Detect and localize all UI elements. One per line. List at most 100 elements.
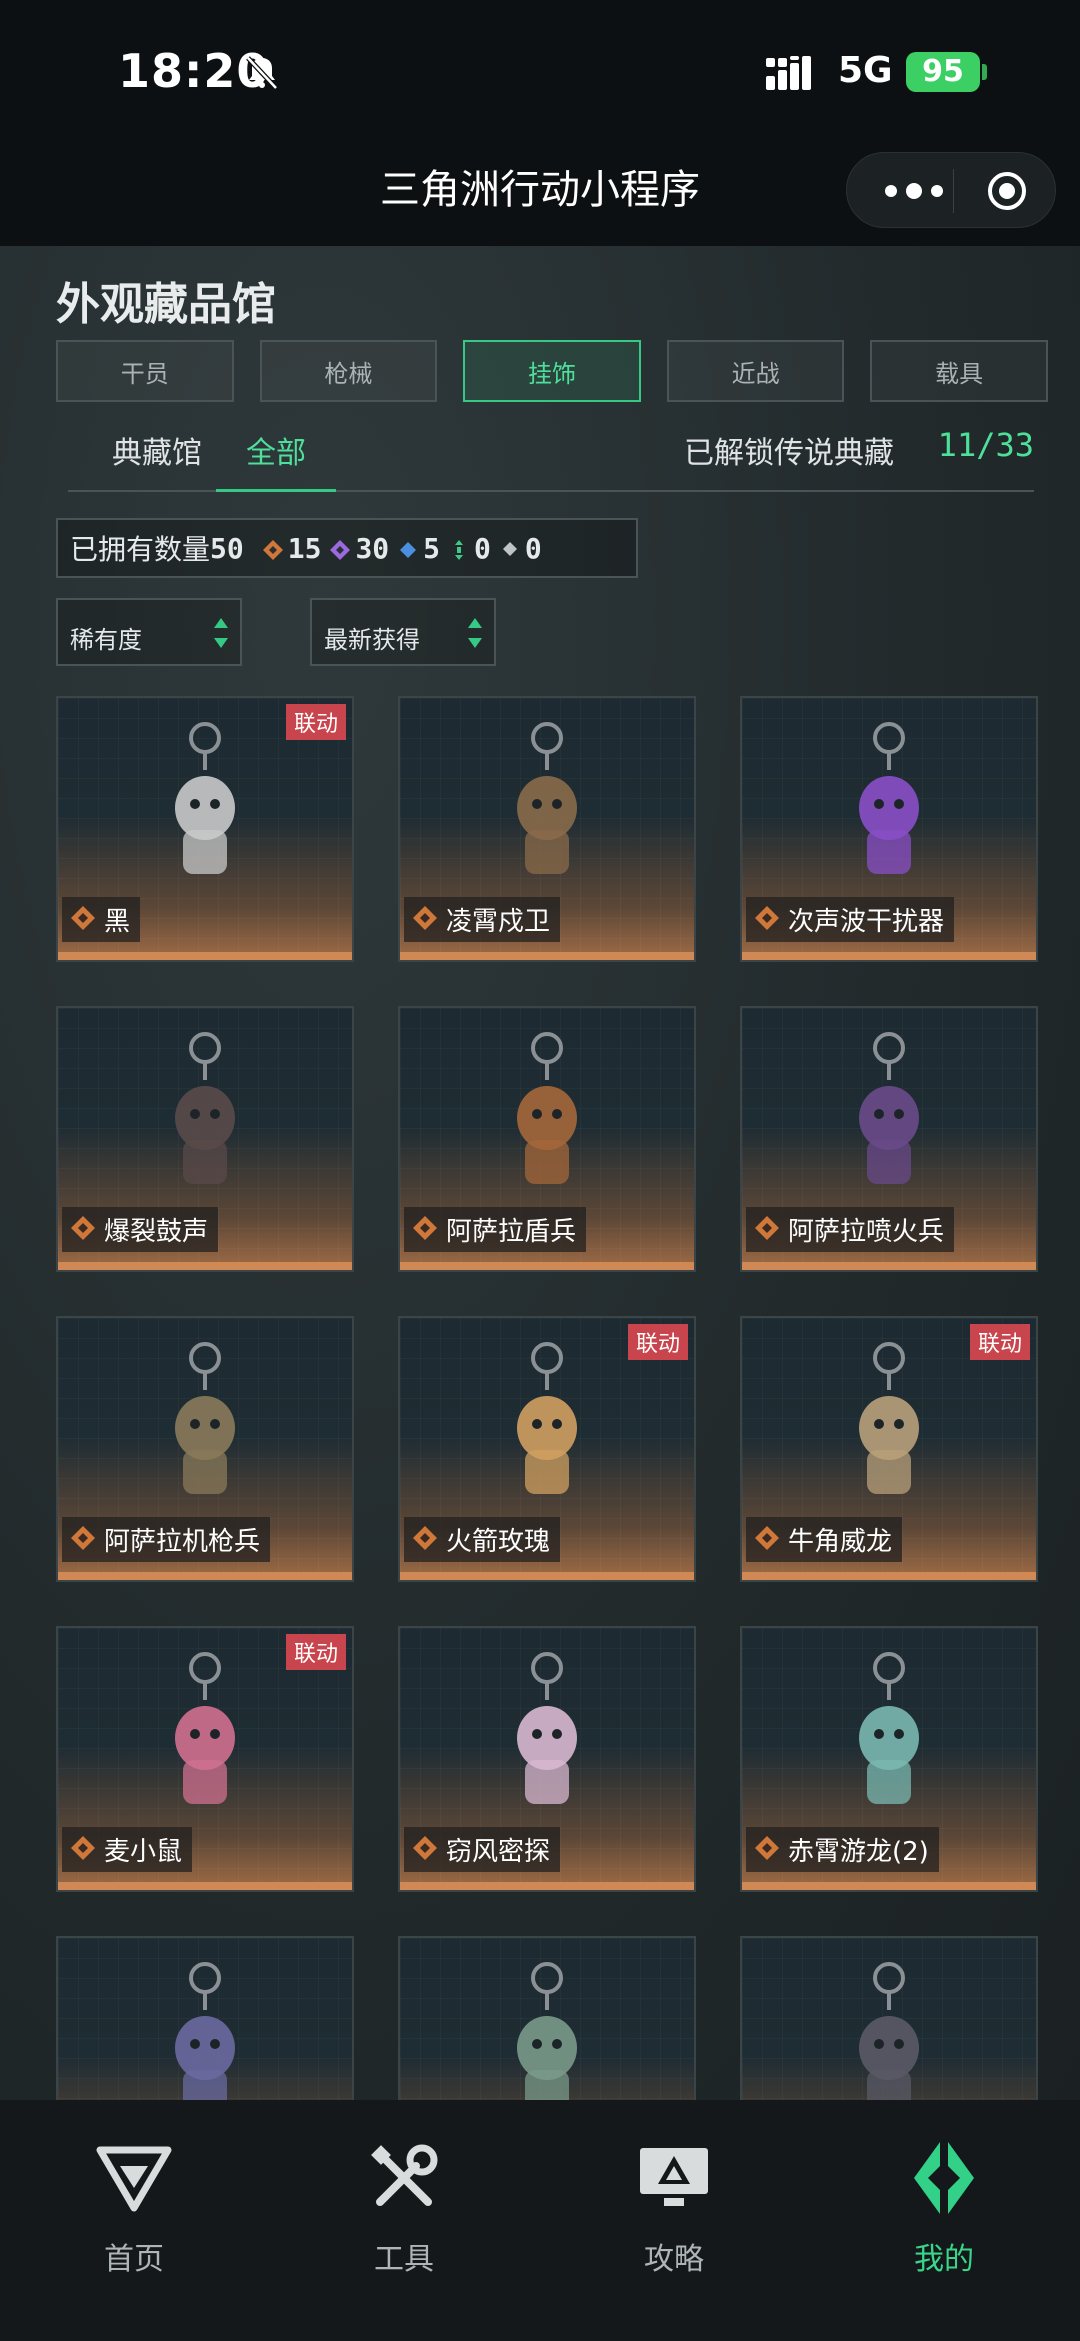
charm-card[interactable]: 阿萨拉机枪兵	[56, 1316, 354, 1582]
collab-badge: 联动	[969, 1324, 1030, 1360]
card-corner-mark	[682, 1938, 694, 1950]
rarity-bar	[400, 952, 694, 960]
card-corner-mark	[58, 1008, 70, 1020]
rarity-bar	[58, 1882, 352, 1890]
card-corner-mark	[400, 1318, 412, 1330]
tools-icon	[371, 2144, 438, 2206]
card-corner-mark	[742, 1938, 754, 1950]
card-corner-mark	[682, 1008, 694, 1020]
bottom-nav: 首页 工具 攻略 我的	[0, 2100, 1080, 2341]
tab-charms[interactable]: 挂饰	[463, 340, 641, 402]
category-tabs: 干员 枪械 挂饰 近战 载具	[56, 340, 1048, 402]
tab-operators[interactable]: 干员	[56, 340, 234, 402]
rarity-bar	[400, 1262, 694, 1270]
card-corner-mark	[400, 698, 412, 710]
orange-rarity-icon	[413, 1526, 437, 1550]
sub-tabs: 典藏馆 全部 已解锁传说典藏 11/33	[68, 422, 1034, 492]
card-corner-mark	[1024, 1628, 1036, 1640]
legend-unlocked-count: 11/33	[937, 426, 1034, 464]
rarity-bar	[58, 1572, 352, 1580]
owned-green-count: 0	[474, 531, 491, 565]
card-corner-mark	[742, 1318, 754, 1330]
card-corner-mark	[400, 1938, 412, 1950]
card-corner-mark	[58, 1628, 70, 1640]
charm-name-label: 阿萨拉喷火兵	[746, 1207, 955, 1252]
tab-guns[interactable]: 枪械	[259, 340, 438, 402]
charm-artwork-image	[175, 722, 235, 874]
charm-name-text: 阿萨拉机枪兵	[104, 1527, 261, 1557]
charm-card[interactable]: 阿萨拉盾兵	[398, 1006, 696, 1272]
collab-badge: 联动	[285, 704, 346, 740]
nav-home-label: 首页	[104, 2242, 164, 2277]
orange-rarity-icon	[71, 1836, 95, 1860]
charm-artwork-image	[175, 1652, 235, 1804]
nav-guide[interactable]: 攻略	[574, 2140, 774, 2278]
charm-artwork-image	[517, 1652, 577, 1804]
orange-rarity-icon	[755, 1216, 779, 1240]
charm-card[interactable]: 次声波干扰器	[740, 696, 1038, 962]
rarity-filter-dropdown[interactable]: 稀有度	[56, 598, 242, 666]
charm-name-label: 阿萨拉盾兵	[404, 1207, 587, 1252]
network-type: 5G	[838, 50, 893, 91]
nav-guide-label: 攻略	[644, 2242, 704, 2277]
charm-name-text: 窃风密探	[446, 1837, 551, 1867]
capsule-divider	[953, 169, 954, 213]
green-rarity-icon	[455, 540, 464, 560]
orange-rarity-icon	[262, 540, 283, 560]
charm-name-label: 窃风密探	[404, 1827, 561, 1872]
card-corner-mark	[682, 1628, 694, 1640]
miniprogram-capsule	[846, 152, 1056, 228]
card-corner-mark	[742, 698, 754, 710]
charm-card[interactable]: 联动 火箭玫瑰	[398, 1316, 696, 1582]
charm-name-label: 麦小鼠	[62, 1827, 193, 1872]
battery-tip	[982, 64, 987, 80]
rarity-bar	[400, 1572, 694, 1580]
charm-name-label: 次声波干扰器	[746, 897, 955, 942]
charm-card[interactable]	[56, 1936, 354, 2100]
charm-artwork-image	[175, 1342, 235, 1494]
close-target-icon[interactable]	[987, 171, 1027, 211]
rarity-bar	[742, 1882, 1036, 1890]
subtab-collection-hall[interactable]: 典藏馆	[112, 428, 202, 472]
charm-card[interactable]: 联动黑	[56, 696, 354, 962]
guide-monitor-icon	[640, 2148, 708, 2206]
subtab-all[interactable]: 全部	[246, 428, 306, 472]
charm-name-label: 火箭玫瑰	[404, 1517, 561, 1562]
rarity-bar	[742, 952, 1036, 960]
charm-name-text: 爆裂鼓声	[104, 1217, 209, 1247]
sort-order-dropdown[interactable]: 最新获得	[310, 598, 496, 666]
nav-tools-label: 工具	[374, 2242, 434, 2277]
orange-rarity-icon	[755, 1836, 779, 1860]
charm-name-label: 凌霄戍卫	[404, 897, 561, 942]
orange-rarity-icon	[413, 1216, 437, 1240]
charm-card[interactable]	[398, 1936, 696, 2100]
card-corner-mark	[340, 1008, 352, 1020]
charm-artwork-image	[859, 722, 919, 874]
nav-tools[interactable]: 工具	[304, 2140, 504, 2278]
charm-card[interactable]: 赤霄游龙(2)	[740, 1626, 1038, 1892]
collection-page: 外观藏品馆 干员 枪械 挂饰 近战 载具 典藏馆 全部 已解锁传说典藏 11/3…	[0, 246, 1080, 2100]
charm-card[interactable]: 联动 牛角威龙	[740, 1316, 1038, 1582]
card-corner-mark	[742, 1008, 754, 1020]
charm-card[interactable]: 阿萨拉喷火兵	[740, 1006, 1038, 1272]
charm-name-text: 阿萨拉喷火兵	[788, 1217, 945, 1247]
orange-rarity-icon	[71, 1216, 95, 1240]
rarity-bar	[742, 1262, 1036, 1270]
nav-home[interactable]: 首页	[34, 2140, 234, 2278]
charm-artwork-image	[859, 1342, 919, 1494]
card-corner-mark	[682, 698, 694, 710]
nav-profile[interactable]: 我的	[844, 2140, 1044, 2278]
charm-card[interactable]: 窃风密探	[398, 1626, 696, 1892]
charm-card[interactable]: 凌霄戍卫	[398, 696, 696, 962]
charm-card[interactable]	[740, 1936, 1038, 2100]
rarity-filter-label: 稀有度	[70, 626, 142, 654]
charm-artwork-image	[859, 1652, 919, 1804]
charm-name-text: 凌霄戍卫	[446, 907, 551, 937]
white-rarity-icon	[502, 542, 517, 556]
charm-card[interactable]: 联动 麦小鼠	[56, 1626, 354, 1892]
more-dots-icon[interactable]	[881, 177, 947, 205]
charm-card[interactable]: 爆裂鼓声	[56, 1006, 354, 1272]
tab-melee[interactable]: 近战	[666, 340, 845, 402]
tab-vehicles[interactable]: 载具	[870, 340, 1048, 402]
charm-artwork-image	[859, 1962, 919, 2100]
